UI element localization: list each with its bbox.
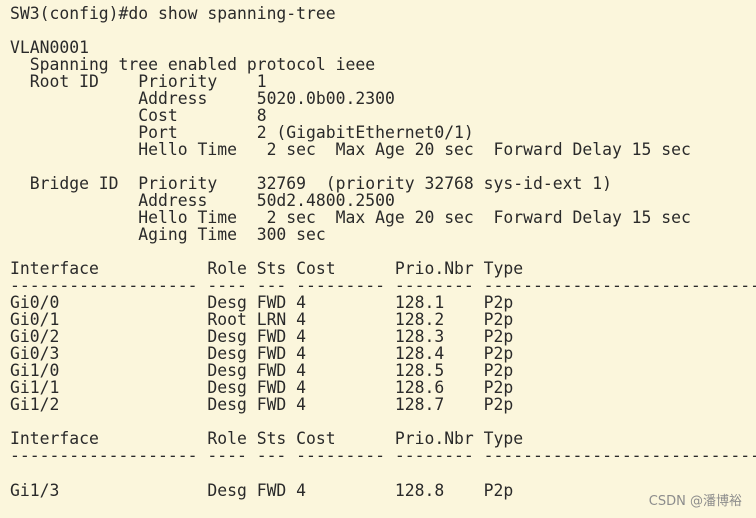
interface-table-header: Interface Role Sts Cost Prio.Nbr Type (10, 259, 524, 278)
root-id-timers-line: Hello Time 2 sec Max Age 20 sec Forward … (10, 140, 691, 159)
root-id-address-line: Address 5020.0b00.2300 (10, 89, 395, 108)
protocol-line: Spanning tree enabled protocol ieee (10, 55, 376, 74)
interface-row-gi1-0: Gi1/0 Desg FWD 4 128.5 P2p (10, 361, 514, 380)
interface-row-gi1-2: Gi1/2 Desg FWD 4 128.7 P2p (10, 395, 514, 414)
interface-row-gi1-3: Gi1/3 Desg FWD 4 128.8 P2p (10, 481, 514, 500)
interface-row-gi0-2: Gi0/2 Desg FWD 4 128.3 P2p (10, 327, 514, 346)
root-id-priority-line: Root ID Priority 1 (10, 72, 267, 91)
interface-row-gi0-3: Gi0/3 Desg FWD 4 128.4 P2p (10, 344, 514, 363)
root-id-port-line: Port 2 (GigabitEthernet0/1) (10, 123, 474, 142)
interface-row-gi1-1: Gi1/1 Desg FWD 4 128.6 P2p (10, 378, 514, 397)
cli-prompt-line: SW3(config)#do show spanning-tree (10, 4, 336, 23)
interface-table-separator: ------------------- ---- --- --------- -… (10, 446, 756, 465)
bridge-id-priority-line: Bridge ID Priority 32769 (priority 32768… (10, 174, 612, 193)
bridge-id-address-line: Address 50d2.4800.2500 (10, 191, 395, 210)
interface-table-header: Interface Role Sts Cost Prio.Nbr Type (10, 429, 524, 448)
interface-row-gi0-1: Gi0/1 Root LRN 4 128.2 P2p (10, 310, 514, 329)
interface-row-gi0-0: Gi0/0 Desg FWD 4 128.1 P2p (10, 293, 514, 312)
root-id-cost-line: Cost 8 (10, 106, 267, 125)
terminal-output[interactable]: SW3(config)#do show spanning-tree VLAN00… (0, 0, 756, 518)
csdn-watermark: CSDN @潘博裕 (648, 494, 742, 509)
vlan-header: VLAN0001 (10, 38, 89, 57)
bridge-id-timers-line: Hello Time 2 sec Max Age 20 sec Forward … (10, 208, 691, 227)
bridge-id-aging-line: Aging Time 300 sec (10, 225, 326, 244)
interface-table-separator: ------------------- ---- --- --------- -… (10, 276, 756, 295)
